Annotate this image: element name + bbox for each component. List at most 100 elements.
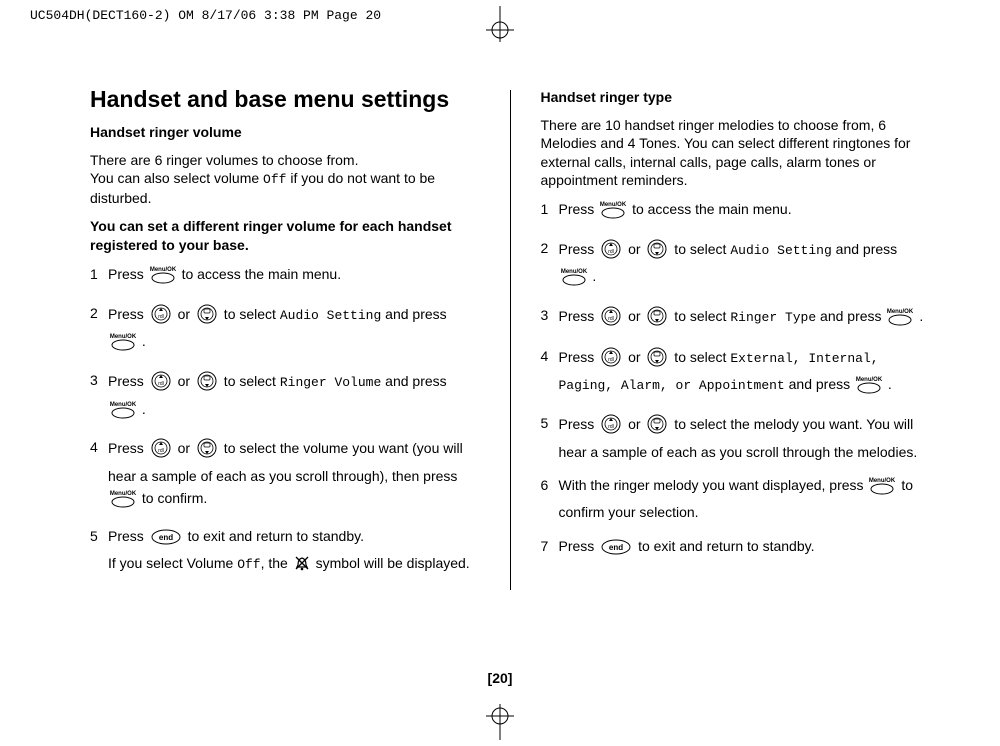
down-button-icon: [645, 413, 669, 442]
page-body: Handset and base menu settings Handset r…: [90, 86, 930, 590]
step: 4 Press or to select External, Internal,…: [541, 346, 931, 401]
up-button-icon: [599, 346, 623, 375]
text: .: [884, 376, 892, 392]
menu-ok-icon: [886, 308, 914, 333]
step: 1 Press to access the main menu.: [90, 264, 480, 291]
menu-ok-icon: [109, 490, 137, 515]
header-slug: UC504DH(DECT160-2) OM 8/17/06 3:38 PM Pa…: [30, 8, 381, 23]
text: If you select Volume: [108, 555, 237, 571]
text: Press: [559, 538, 599, 554]
menu-value: Ringer Volume: [280, 375, 381, 390]
up-button-icon: [599, 413, 623, 442]
down-button-icon: [645, 238, 669, 267]
text: There are 6 ringer volumes to choose fro…: [90, 152, 358, 168]
text: With the ringer melody you want displaye…: [559, 477, 868, 493]
step: 2 Press or to select Audio Setting and p…: [541, 238, 931, 293]
steps-ringer-volume: 1 Press to access the main menu. 2 Press…: [90, 264, 480, 578]
menu-ok-icon: [599, 201, 627, 226]
text: or: [174, 440, 194, 456]
left-column: Handset and base menu settings Handset r…: [90, 86, 480, 590]
intro-text: There are 6 ringer volumes to choose fro…: [90, 151, 480, 207]
steps-ringer-type: 1 Press to access the main menu. 2 Press…: [541, 199, 931, 563]
up-button-icon: [599, 238, 623, 267]
menu-ok-icon: [855, 376, 883, 401]
menu-ok-icon: [560, 268, 588, 293]
page-number: [20]: [488, 670, 513, 686]
up-button-icon: [149, 370, 173, 399]
step: 3 Press or to select Ringer Volume and p…: [90, 370, 480, 425]
text: Press: [108, 528, 148, 544]
text: Press: [559, 241, 599, 257]
text: or: [174, 373, 194, 389]
menu-value: Ringer Type: [730, 310, 816, 325]
step: 2 Press or to select Audio Setting and p…: [90, 303, 480, 358]
page-title: Handset and base menu settings: [90, 86, 480, 113]
text: or: [624, 241, 644, 257]
up-button-icon: [149, 303, 173, 332]
text: or: [624, 416, 644, 432]
text: .: [138, 333, 146, 349]
step: 7 Press to exit and return to standby.: [541, 536, 931, 563]
section-heading-ringer-type: Handset ringer type: [541, 88, 931, 106]
text: Press: [108, 266, 148, 282]
menu-value: Audio Setting: [280, 308, 381, 323]
down-button-icon: [645, 305, 669, 334]
intro-text: There are 10 handset ringer melodies to …: [541, 116, 931, 189]
text: .: [589, 268, 597, 284]
text: and press: [785, 376, 854, 392]
text: to select: [670, 349, 730, 365]
down-button-icon: [645, 346, 669, 375]
text: to exit and return to standby.: [184, 528, 364, 544]
step: 6 With the ringer melody you want displa…: [541, 475, 931, 523]
text: to select: [220, 373, 280, 389]
text: Press: [108, 306, 148, 322]
text: to select: [220, 306, 280, 322]
menu-value-off: Off: [263, 172, 286, 187]
down-button-icon: [195, 370, 219, 399]
ringer-off-icon: [294, 555, 310, 578]
text: Press: [559, 349, 599, 365]
text: to confirm.: [138, 490, 207, 506]
right-column: Handset ringer type There are 10 handset…: [541, 86, 931, 590]
text: symbol will be displayed.: [312, 555, 470, 571]
menu-ok-icon: [109, 333, 137, 358]
text: .: [915, 308, 923, 324]
step: 3 Press or to select Ringer Type and pre…: [541, 305, 931, 334]
text: to access the main menu.: [628, 201, 791, 217]
step: 1 Press to access the main menu.: [541, 199, 931, 226]
menu-value: Audio Setting: [730, 243, 831, 258]
step: 5 Press to exit and return to standby. I…: [90, 526, 480, 577]
text: Press: [559, 201, 599, 217]
section-heading-ringer-volume: Handset ringer volume: [90, 123, 480, 141]
text: Press: [108, 440, 148, 456]
down-button-icon: [195, 437, 219, 466]
end-button-icon: [149, 528, 183, 553]
text: and press: [816, 308, 885, 324]
down-button-icon: [195, 303, 219, 332]
text: , the: [261, 555, 292, 571]
up-button-icon: [599, 305, 623, 334]
text: to access the main menu.: [178, 266, 341, 282]
text: You can also select volume: [90, 170, 263, 186]
register-mark-bottom: [482, 704, 518, 740]
text: Press: [559, 416, 599, 432]
text: and press: [381, 306, 446, 322]
text: or: [624, 349, 644, 365]
register-mark-top: [482, 6, 518, 42]
note: You can set a different ringer volume fo…: [90, 217, 480, 253]
menu-ok-icon: [149, 266, 177, 291]
text: Press: [559, 308, 599, 324]
menu-value-off: Off: [237, 557, 260, 572]
text: .: [138, 401, 146, 417]
text: and press: [832, 241, 897, 257]
column-divider: [510, 90, 511, 590]
text: to select: [670, 308, 730, 324]
menu-ok-icon: [868, 477, 896, 502]
text: or: [624, 308, 644, 324]
text: to exit and return to standby.: [634, 538, 814, 554]
up-button-icon: [149, 437, 173, 466]
step: 4 Press or to select the volume you want…: [90, 437, 480, 514]
text: and press: [381, 373, 446, 389]
menu-ok-icon: [109, 401, 137, 426]
text: or: [174, 306, 194, 322]
